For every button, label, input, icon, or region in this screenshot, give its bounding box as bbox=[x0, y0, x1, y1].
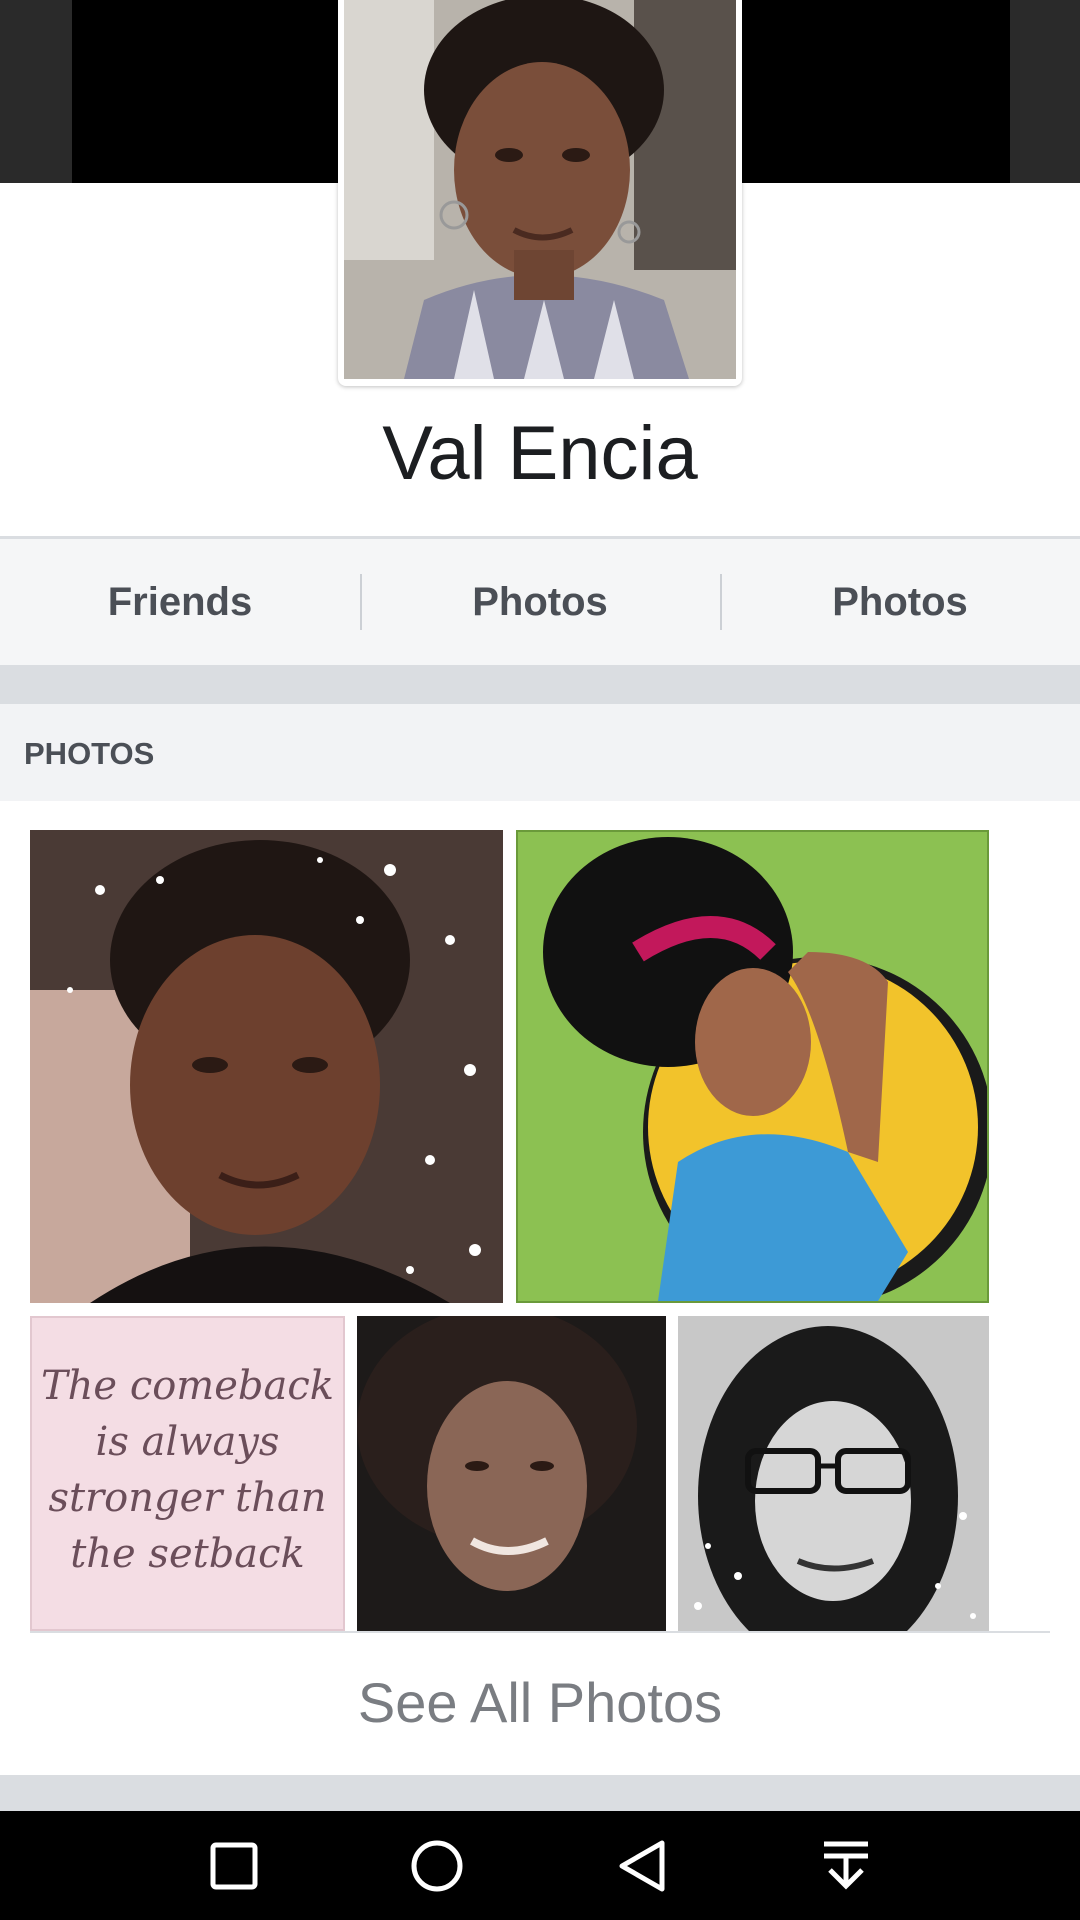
section-separator bbox=[0, 1775, 1080, 1811]
photo-thumbnail[interactable]: The comeback is always stronger than the… bbox=[30, 1316, 345, 1631]
section-separator bbox=[0, 665, 1080, 703]
photos-section-header: PHOTOS bbox=[0, 703, 1080, 801]
download-arrow-icon[interactable] bbox=[786, 1811, 906, 1920]
photo-thumbnail[interactable] bbox=[30, 830, 503, 1303]
photos-section-title: PHOTOS bbox=[24, 736, 155, 771]
photo-image bbox=[518, 832, 987, 1301]
profile-tabs: Friends Photos Photos bbox=[0, 536, 1080, 668]
tab-friends[interactable]: Friends bbox=[0, 539, 360, 665]
back-triangle-icon[interactable] bbox=[582, 1811, 702, 1920]
see-all-photos-link[interactable]: See All Photos bbox=[0, 1670, 1080, 1735]
profile-picture[interactable] bbox=[344, 0, 736, 379]
profile-picture-image bbox=[344, 0, 736, 379]
cover-edge-left bbox=[0, 0, 72, 183]
profile-name: Val Encia bbox=[382, 411, 698, 496]
tab-photos[interactable]: Photos bbox=[360, 539, 720, 665]
system-navigation-bar bbox=[0, 1811, 1080, 1920]
tab-photos-secondary[interactable]: Photos bbox=[720, 539, 1080, 665]
photo-image bbox=[357, 1316, 666, 1631]
photos-divider bbox=[30, 1631, 1050, 1633]
photo-quote-text: The comeback is always stronger than the… bbox=[40, 1363, 334, 1577]
photo-thumbnail[interactable] bbox=[357, 1316, 666, 1631]
profile-picture-frame[interactable] bbox=[338, 0, 742, 386]
cover-edge-right bbox=[1010, 0, 1080, 183]
photo-image bbox=[678, 1316, 989, 1631]
photo-thumbnail[interactable] bbox=[516, 830, 989, 1303]
circle-icon[interactable] bbox=[377, 1811, 497, 1920]
photo-image bbox=[30, 830, 503, 1303]
square-icon[interactable] bbox=[174, 1811, 294, 1920]
photo-thumbnail[interactable] bbox=[678, 1316, 989, 1631]
